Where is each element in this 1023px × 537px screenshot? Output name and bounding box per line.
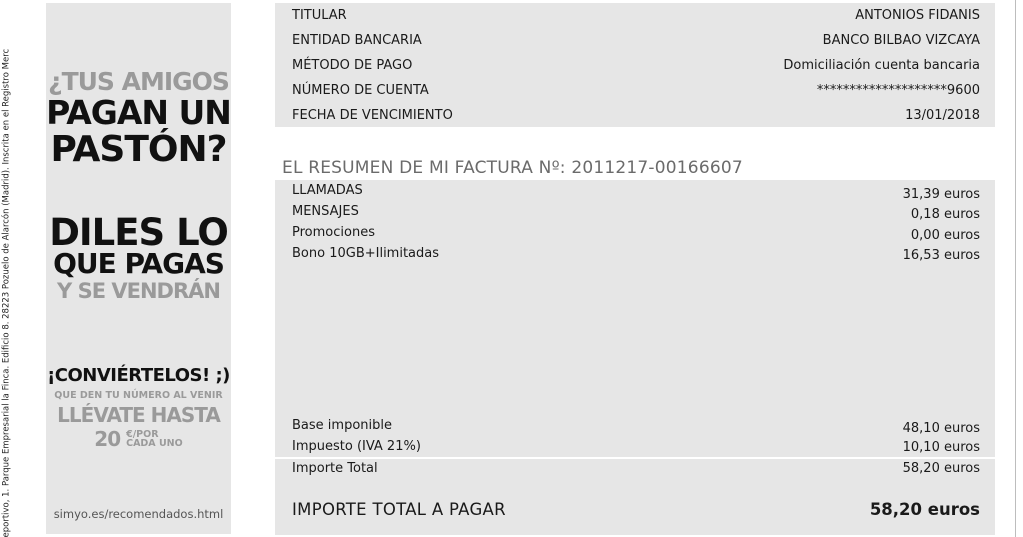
item-value: 31,39 euros bbox=[902, 187, 980, 202]
side-legal-text: eportivo, 1. Parque Empresarial la Finca… bbox=[0, 0, 14, 537]
base-row: Base imponible 48,10 euros bbox=[292, 417, 980, 436]
entidad-label: ENTIDAD BANCARIA bbox=[292, 33, 422, 48]
promo-line-5: QUE PAGAS bbox=[53, 247, 225, 280]
account-panel: TITULAR ANTONIOS FIDANIS ENTIDAD BANCARI… bbox=[275, 3, 995, 127]
cuenta-row: NÚMERO DE CUENTA ********************960… bbox=[292, 82, 980, 100]
promo-line-2: PAGAN UN bbox=[46, 93, 232, 132]
promo-line-1: ¿TUS AMIGOS bbox=[48, 67, 230, 96]
promo-url[interactable]: simyo.es/recomendados.html bbox=[46, 507, 231, 521]
impuesto-row: Impuesto (IVA 21%) 10,10 euros bbox=[292, 438, 980, 456]
impuesto-label: Impuesto (IVA 21%) bbox=[292, 439, 421, 454]
promo-amount-unit: €/POR CADA UNO bbox=[126, 430, 183, 449]
total-label: IMPORTE TOTAL A PAGAR bbox=[292, 500, 506, 519]
divider bbox=[275, 457, 995, 459]
importe-value: 58,20 euros bbox=[902, 461, 980, 476]
fecha-row: FECHA DE VENCIMIENTO 13/01/2018 bbox=[292, 107, 980, 125]
titular-row: TITULAR ANTONIOS FIDANIS bbox=[292, 7, 980, 25]
fecha-value: 13/01/2018 bbox=[905, 108, 980, 123]
promo-line-3: PASTÓN? bbox=[50, 129, 227, 170]
promo-line-6: Y SE VENDRÁN bbox=[57, 279, 221, 303]
total-value: 58,20 euros bbox=[869, 500, 980, 519]
promo-line-9: LLÉVATE HASTA bbox=[57, 403, 221, 427]
promo-amount-line: 20 €/POR CADA UNO bbox=[46, 427, 231, 451]
metodo-value: Domiciliación cuenta bancaria bbox=[783, 58, 980, 73]
promo-amount: 20 bbox=[94, 427, 121, 451]
right-border bbox=[1015, 0, 1016, 537]
item-value: 0,18 euros bbox=[910, 207, 980, 222]
item-label: Bono 10GB+Ilimitadas bbox=[292, 246, 440, 261]
summary-panel: LLAMADAS 31,39 euros MENSAJES 0,18 euros… bbox=[275, 180, 995, 535]
summary-item-mensajes: MENSAJES 0,18 euros bbox=[292, 203, 980, 222]
summary-item-llamadas: LLAMADAS 31,39 euros bbox=[292, 182, 980, 202]
base-label: Base imponible bbox=[292, 418, 392, 433]
titular-label: TITULAR bbox=[292, 8, 347, 23]
fecha-label: FECHA DE VENCIMIENTO bbox=[292, 108, 453, 123]
promo-line-7: ¡CONVIÉRTELOS! ;) bbox=[47, 365, 230, 386]
impuesto-value: 10,10 euros bbox=[902, 440, 980, 455]
importe-label: Importe Total bbox=[292, 461, 378, 476]
side-legal-line: eportivo, 1. Parque Empresarial la Finca… bbox=[1, 48, 12, 537]
titular-value: ANTONIOS FIDANIS bbox=[855, 8, 980, 23]
metodo-row: MÉTODO DE PAGO Domiciliación cuenta banc… bbox=[292, 57, 980, 75]
cuenta-label: NÚMERO DE CUENTA bbox=[292, 83, 429, 98]
metodo-label: MÉTODO DE PAGO bbox=[292, 58, 413, 73]
item-label: Promociones bbox=[292, 225, 375, 240]
promo-banner: ¿TUS AMIGOS PAGAN UN PASTÓN? DILES LO QU… bbox=[46, 3, 232, 534]
base-value: 48,10 euros bbox=[902, 421, 980, 436]
cuenta-value: ********************9600 bbox=[816, 83, 980, 98]
item-label: MENSAJES bbox=[292, 204, 359, 219]
item-value: 16,53 euros bbox=[902, 248, 980, 263]
promo-line-8: QUE DEN TU NÚMERO AL VENIR bbox=[54, 390, 223, 401]
importe-row: Importe Total 58,20 euros bbox=[292, 460, 980, 478]
entidad-row: ENTIDAD BANCARIA BANCO BILBAO VIZCAYA bbox=[292, 32, 980, 50]
invoice-summary-title: EL RESUMEN DE MI FACTURA Nº: 2011217-001… bbox=[282, 158, 743, 178]
item-value: 0,00 euros bbox=[910, 228, 980, 243]
item-label: LLAMADAS bbox=[292, 183, 363, 198]
summary-item-bono: Bono 10GB+Ilimitadas 16,53 euros bbox=[292, 245, 980, 263]
promo-unit-bottom: CADA UNO bbox=[126, 438, 183, 449]
entidad-value: BANCO BILBAO VIZCAYA bbox=[822, 33, 980, 48]
summary-item-promociones: Promociones 0,00 euros bbox=[292, 224, 980, 243]
